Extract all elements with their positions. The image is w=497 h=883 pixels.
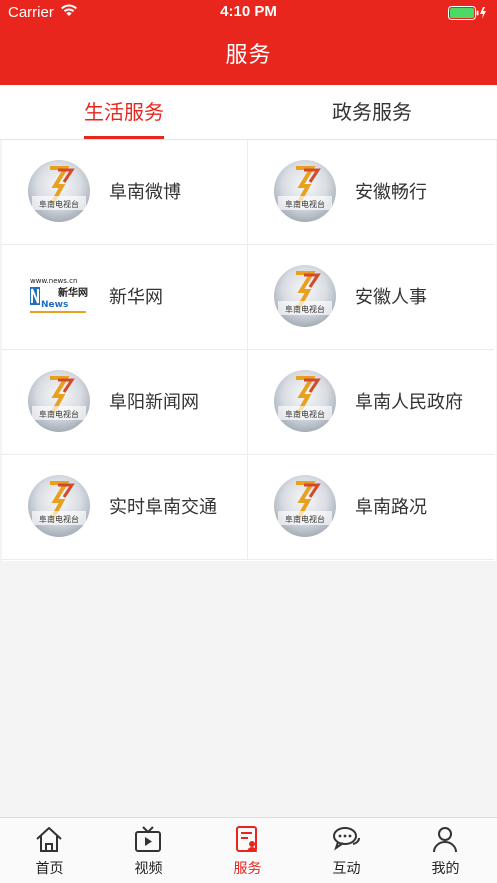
tabbar-label: 视频 [134, 861, 163, 877]
tv-station-logo-icon: 阜南电视台 [274, 265, 336, 327]
tabbar-label: 首页 [35, 861, 64, 877]
service-item-funan-traffic[interactable]: 阜南电视台 实时阜南交通 [2, 455, 248, 560]
tv-station-logo-icon: 阜南电视台 [274, 370, 336, 432]
service-grid: 阜南电视台 阜南微博 阜南电视台 安徽畅行 www.news.cn 新华网 Ne… [2, 140, 496, 561]
tab-life-services[interactable]: 生活服务 [0, 85, 248, 139]
tabbar-item-interaction[interactable]: 互动 [297, 818, 396, 883]
service-label: 阜南微博 [109, 182, 181, 203]
tabbar-label: 我的 [431, 861, 460, 877]
service-label: 阜南路况 [355, 497, 427, 518]
tab-active-indicator [84, 136, 164, 139]
tabbar-item-home[interactable]: 首页 [0, 818, 99, 883]
logo-station-text: 阜南电视台 [39, 409, 79, 419]
tv-station-logo-icon: 阜南电视台 [28, 160, 90, 222]
logo-url-text: www.news.cn [30, 277, 77, 285]
tab-label: 政务服务 [332, 100, 412, 124]
service-item-funan-government[interactable]: 阜南电视台 阜南人民政府 [248, 350, 494, 455]
bottom-tab-bar: 首页 视频 服务 互动 我的 [0, 817, 497, 883]
service-item-fuyang-news[interactable]: 阜南电视台 阜阳新闻网 [2, 350, 248, 455]
service-label: 实时阜南交通 [109, 497, 217, 518]
service-label: 阜南人民政府 [355, 392, 463, 413]
status-bar: Carrier 4:10 PM [0, 0, 497, 26]
chat-bubble-icon [333, 827, 360, 851]
tab-label: 生活服务 [84, 100, 164, 124]
tabbar-item-video[interactable]: 视频 [99, 818, 198, 883]
service-label: 阜阳新闻网 [109, 392, 199, 413]
logo-station-text: 阜南电视台 [285, 409, 325, 419]
xinhua-news-logo-icon: www.news.cn 新华网 News [28, 265, 90, 327]
person-icon [433, 827, 457, 853]
logo-cn-text: 新华网 [58, 286, 88, 299]
tab-government-services[interactable]: 政务服务 [248, 85, 496, 139]
service-item-funan-road-conditions[interactable]: 阜南电视台 阜南路况 [248, 455, 494, 560]
tv-station-logo-icon: 阜南电视台 [274, 160, 336, 222]
tabbar-item-services[interactable]: 服务 [198, 818, 297, 883]
tabbar-label: 互动 [332, 861, 361, 877]
service-item-xinhua[interactable]: www.news.cn 新华网 News 新华网 [2, 245, 248, 350]
service-label: 新华网 [109, 287, 163, 308]
service-label: 安徽畅行 [355, 182, 427, 203]
tv-icon [135, 826, 161, 852]
logo-station-text: 阜南电视台 [285, 304, 325, 314]
logo-station-text: 阜南电视台 [39, 199, 79, 209]
logo-station-text: 阜南电视台 [285, 199, 325, 209]
service-tabs: 生活服务 政务服务 [0, 85, 497, 140]
tabbar-item-mine[interactable]: 我的 [396, 818, 495, 883]
logo-news-text: News [41, 300, 68, 310]
page-title: 服务 [0, 26, 497, 85]
tabbar-label: 服务 [233, 861, 262, 877]
battery-icon [448, 6, 488, 20]
service-label: 安徽人事 [355, 287, 427, 308]
document-user-icon [236, 826, 257, 852]
status-time: 4:10 PM [220, 3, 277, 20]
tv-station-logo-icon: 阜南电视台 [274, 475, 336, 537]
tv-station-logo-icon: 阜南电视台 [28, 370, 90, 432]
logo-station-text: 阜南电视台 [285, 514, 325, 524]
logo-station-text: 阜南电视台 [39, 514, 79, 524]
service-item-anhui-renshi[interactable]: 阜南电视台 安徽人事 [248, 245, 494, 350]
service-item-funan-weibo[interactable]: 阜南电视台 阜南微博 [2, 140, 248, 245]
home-icon [36, 827, 62, 852]
tv-station-logo-icon: 阜南电视台 [28, 475, 90, 537]
service-item-anhui-changxing[interactable]: 阜南电视台 安徽畅行 [248, 140, 494, 245]
